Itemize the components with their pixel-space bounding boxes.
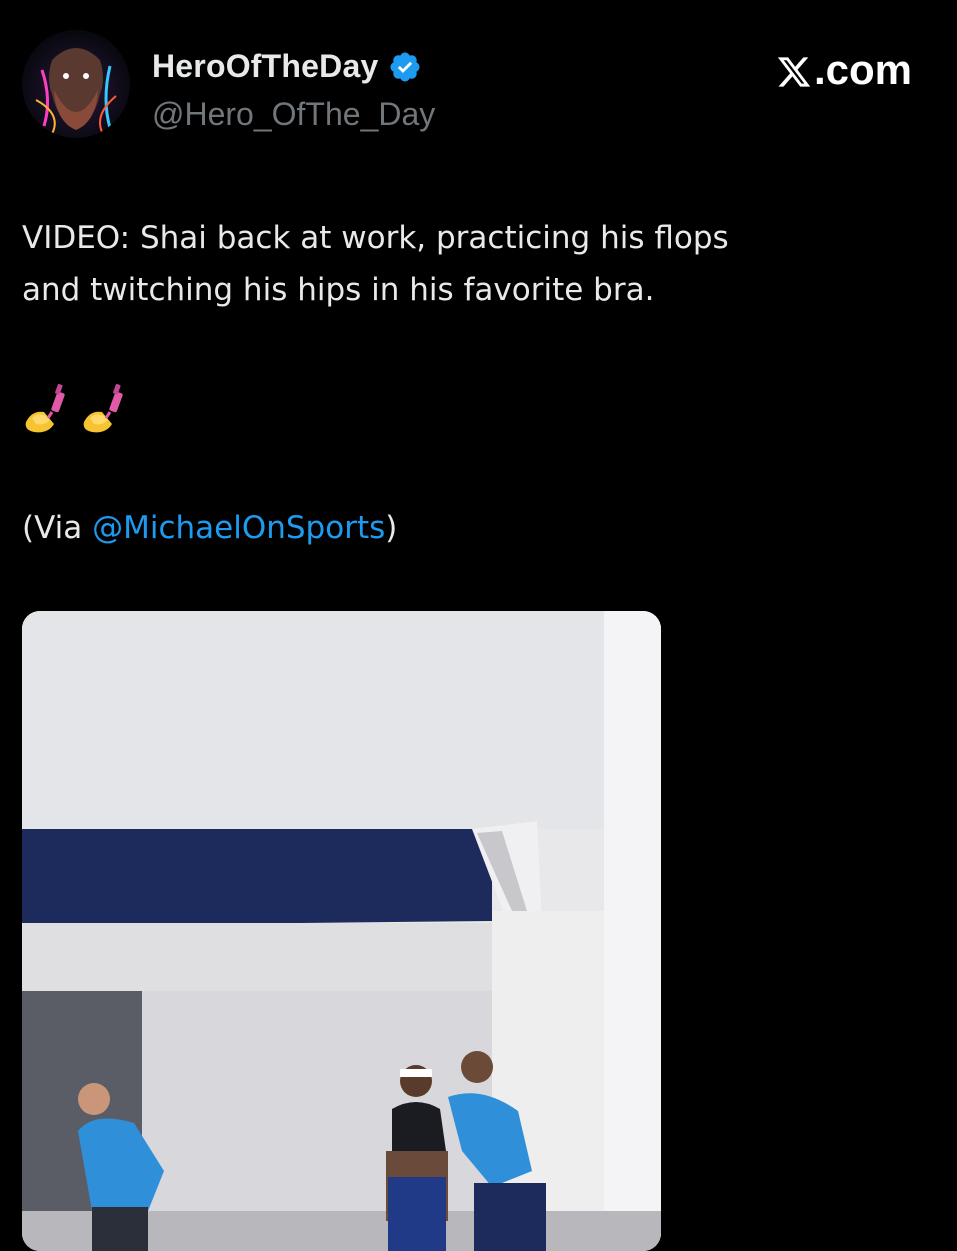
via-suffix: ) <box>385 510 398 546</box>
emoji-row <box>22 382 130 436</box>
video-frame <box>22 611 661 1251</box>
handle[interactable]: @Hero_OfThe_Day <box>152 96 435 133</box>
nail-polish-icon <box>83 383 123 433</box>
display-name[interactable]: HeroOfTheDay <box>152 48 378 85</box>
tweet-line-1: VIDEO: Shai back at work, practicing his… <box>22 220 729 256</box>
via-prefix: (Via <box>22 510 93 546</box>
site-label: .com <box>776 46 912 94</box>
x-logo-icon <box>777 57 811 87</box>
avatar-image <box>22 30 130 138</box>
mention-link[interactable]: @MichaelOnSports <box>92 510 385 546</box>
tweet-header: HeroOfTheDay @Hero_OfThe_Day .com <box>22 30 922 140</box>
avatar[interactable] <box>22 30 130 138</box>
tweet-text: VIDEO: Shai back at work, practicing his… <box>22 212 922 316</box>
tweet-line-2: and twitching his hips in his favorite b… <box>22 272 655 308</box>
nail-polish-icon <box>25 383 65 433</box>
name-row: HeroOfTheDay <box>152 48 422 85</box>
via-line: (Via @MichaelOnSports) <box>22 502 397 554</box>
site-label-text: .com <box>813 46 912 93</box>
verified-badge-icon <box>390 51 420 82</box>
video-media[interactable] <box>22 611 661 1251</box>
